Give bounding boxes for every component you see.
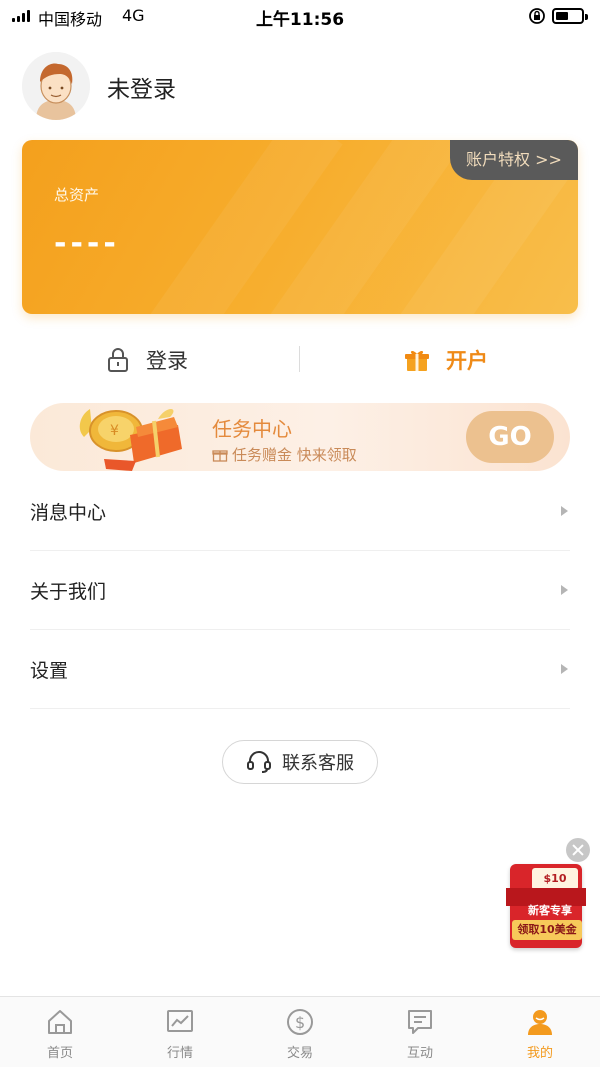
close-icon[interactable]	[566, 838, 590, 862]
chat-icon	[408, 1010, 432, 1034]
menu-item-label: 消息中心	[30, 501, 107, 524]
tab-label: 交易	[286, 1046, 313, 1061]
tab-mine[interactable]: 我的	[480, 997, 600, 1067]
open-account-label: 开户	[446, 349, 488, 373]
account-privilege-link[interactable]: 账户特权 >>	[450, 140, 578, 180]
svg-text:¥: ¥	[110, 423, 119, 439]
gift-box-illustration: ¥	[79, 409, 182, 471]
tab-interact[interactable]: 互动	[360, 997, 480, 1067]
home-icon	[48, 1010, 72, 1034]
chevron-right-icon	[561, 585, 568, 595]
chart-icon	[167, 1010, 193, 1032]
clock: 上午11:56	[255, 10, 345, 30]
tab-home[interactable]: 首页	[0, 997, 120, 1067]
lock-icon	[108, 348, 128, 372]
tab-label: 互动	[406, 1046, 433, 1061]
avatar[interactable]	[22, 52, 90, 120]
status-bar: 中国移动 4G 上午11:56	[0, 0, 600, 32]
divider	[299, 346, 300, 372]
tab-label: 首页	[46, 1046, 73, 1061]
menu-item-label: 设置	[30, 659, 69, 682]
headset-icon	[247, 751, 271, 773]
avatar-illustration	[22, 52, 90, 120]
tab-label: 行情	[166, 1046, 193, 1061]
tab-market[interactable]: 行情	[120, 997, 240, 1067]
rotation-lock-icon	[529, 8, 545, 24]
total-assets-value: ----	[54, 226, 120, 261]
menu-item-settings[interactable]: 设置	[30, 630, 570, 709]
task-center-subtitle: 任务赠金 快来领取	[212, 444, 357, 465]
promo-title: 新客专享	[528, 904, 572, 917]
new-user-promo[interactable]: $10 新客专享 领取10美金	[502, 838, 592, 952]
chevron-right-icon	[561, 664, 568, 674]
login-state-text[interactable]: 未登录	[107, 70, 176, 104]
menu-item-messages[interactable]: 消息中心	[30, 472, 570, 551]
profile-header[interactable]: 未登录	[22, 52, 422, 120]
red-envelope[interactable]: $10 新客专享 领取10美金	[506, 864, 586, 948]
small-gift-icon	[212, 449, 228, 462]
contact-support-label: 联系客服	[282, 753, 354, 774]
menu-item-about-us[interactable]: 关于我们	[30, 551, 570, 630]
promo-claim-text: 领取10美金	[512, 920, 582, 940]
svg-text:$: $	[295, 1013, 305, 1032]
task-center-subtitle-text: 任务赠金 快来领取	[232, 446, 357, 464]
tab-label: 我的	[526, 1046, 553, 1061]
tab-trade[interactable]: $ 交易	[240, 997, 360, 1067]
login-label: 登录	[146, 349, 188, 373]
contact-support-button[interactable]: 联系客服	[222, 740, 378, 784]
go-button[interactable]: GO	[466, 411, 554, 463]
battery-icon	[552, 8, 588, 24]
open-account-button[interactable]: 开户	[404, 336, 488, 384]
menu-list: 消息中心 关于我们 设置	[30, 472, 570, 709]
total-assets-label: 总资产	[54, 186, 100, 204]
login-button[interactable]: 登录	[106, 336, 188, 384]
total-assets-card: 账户特权 >> 总资产 ----	[22, 140, 578, 314]
auth-actions: 登录 开户	[22, 336, 578, 384]
bottom-tab-bar: 首页 行情 $ 交易 互动 我的	[0, 996, 600, 1067]
chevron-right-icon	[561, 506, 568, 516]
promo-cash-badge: $10	[532, 868, 578, 890]
task-center-title: 任务中心	[212, 417, 292, 441]
menu-item-label: 关于我们	[30, 580, 107, 603]
dollar-icon: $	[287, 1009, 313, 1035]
task-center-banner[interactable]: ¥ 任务中心 任务赠金 快来领取 GO	[30, 403, 570, 471]
gift-icon	[405, 350, 429, 371]
user-icon	[528, 1010, 552, 1035]
